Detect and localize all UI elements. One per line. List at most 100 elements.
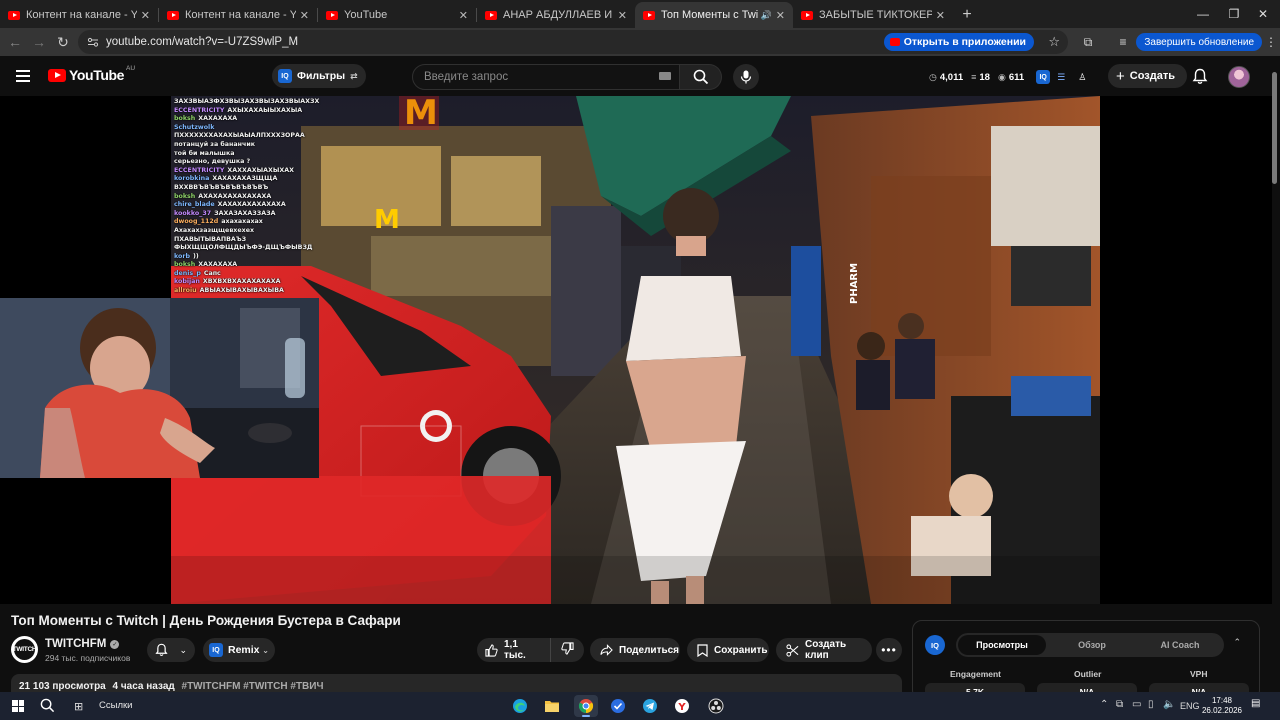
share-button[interactable]: Поделиться	[590, 638, 680, 662]
tab-close-icon[interactable]: ✕	[459, 9, 468, 22]
remix-button[interactable]: IQ Remix ⌄	[203, 638, 275, 662]
system-clock[interactable]: 17:48 26.02.2026	[1200, 696, 1244, 716]
reading-list-icon[interactable]: ≡	[1110, 28, 1136, 56]
chat-message: ECCENTRICITY АХЫХАХАЫЫХАХЫА	[174, 107, 324, 116]
filters-button[interactable]: IQ Фильтры ⇄	[272, 64, 366, 88]
browser-tab[interactable]: АНАР АБДУЛЛАЕВ И КАТЯ ЕКАТЕРИНА ✕	[477, 2, 635, 28]
window-close-button[interactable]: ✕	[1246, 0, 1280, 28]
browser-tab[interactable]: YouTube ✕	[318, 2, 476, 28]
update-button[interactable]: Завершить обновление	[1136, 33, 1262, 51]
new-tab-button[interactable]: +	[953, 2, 981, 28]
voice-search-button[interactable]	[733, 64, 759, 90]
chat-text: ахахахахах	[221, 218, 263, 226]
forward-button[interactable]: →	[26, 29, 52, 55]
tab-close-icon[interactable]: ✕	[936, 9, 945, 22]
chat-username: kookko_37	[174, 209, 212, 217]
chat-message: allroiu АВЫАХЫВАХЫВАХЫВА	[174, 287, 324, 296]
chat-text: ПХАВЫТЫВАПВАЪЗ	[174, 235, 247, 243]
page-scrollbar[interactable]	[1272, 72, 1277, 184]
obs-icon[interactable]	[704, 695, 728, 717]
chrome-icon[interactable]	[574, 695, 598, 717]
url-text: youtube.com/watch?v=-U7ZS9wlP_M	[106, 36, 299, 48]
chat-text: потанцуй за бананчик	[174, 140, 256, 148]
notifications-button[interactable]	[1192, 68, 1208, 90]
browser-tab-active[interactable]: Топ Моменты с Twitch | День 🔊 ✕	[635, 2, 793, 28]
views-stat: ◉ 611	[997, 71, 1025, 83]
chat-message: Ахахахзазщщевхехех	[174, 227, 324, 236]
channel-avatar[interactable]: TWITCH	[11, 636, 38, 663]
account-avatar[interactable]	[1228, 66, 1250, 88]
browser-tab[interactable]: Контент на канале - YouTube Studio ✕	[159, 2, 317, 28]
chat-text: ЗАХАЗАХАЗЗАЗА	[214, 209, 276, 217]
tab-overview[interactable]: Обзор	[1048, 633, 1136, 657]
clock-icon: ◷	[929, 71, 937, 82]
create-clip-button[interactable]: Создать клип	[776, 638, 872, 662]
tray-app-icon[interactable]: ⧉	[1116, 699, 1123, 710]
lines-icon[interactable]: ☰	[1057, 72, 1065, 83]
notifications-center-icon[interactable]: ▤	[1251, 698, 1260, 709]
chat-text: серьезно, девушка ?	[174, 158, 251, 166]
chat-text: ХАХАХАХАХАХАХА	[217, 201, 286, 209]
hashtags[interactable]: #TWITCHFM #TWITCH #ТВИЧ	[182, 681, 324, 692]
menu-icon[interactable]	[16, 70, 30, 82]
verified-check-icon: ✓	[110, 639, 120, 649]
dislike-button[interactable]	[551, 642, 584, 658]
language-indicator[interactable]: ENG	[1180, 701, 1200, 711]
tab-views[interactable]: Просмотры	[958, 635, 1046, 655]
speaker-icon[interactable]: 🔊	[761, 10, 772, 21]
taskbar: ⊞ Ссылки Y ⌃ ⧉ ▭ ▯ 🔈 ENG 17:48 26.02.202…	[0, 692, 1280, 720]
chevron-down-icon: ⌄	[262, 645, 269, 655]
iq-icon: IQ	[925, 635, 945, 655]
chat-text: ХАХХАХЫАХЫХАХ	[227, 166, 294, 174]
chat-message: korobkina ХАХАХАХАЗЩЩА	[174, 175, 324, 184]
windows-start-icon[interactable]	[12, 700, 24, 712]
subscription-bell-button[interactable]: ⌄	[147, 638, 195, 662]
tab-close-icon[interactable]: ✕	[618, 9, 627, 22]
search-input[interactable]: Введите запрос	[412, 64, 680, 90]
browser-menu-icon[interactable]: ⋮	[1262, 28, 1280, 56]
task-view-icon[interactable]: ⊞	[74, 700, 83, 713]
volume-icon[interactable]: 🔈	[1163, 699, 1175, 710]
create-button[interactable]: + Создать	[1108, 64, 1188, 88]
browser-tab[interactable]: Контент на канале - YouTube Studio ✕	[0, 2, 158, 28]
search-button[interactable]	[680, 64, 722, 90]
minimize-button[interactable]: —	[1186, 0, 1220, 28]
extensions-icon[interactable]: ⧉	[1075, 28, 1101, 56]
taskbar-search-icon[interactable]	[40, 698, 55, 718]
open-in-app-button[interactable]: Открыть в приложении	[883, 33, 1034, 51]
reload-button[interactable]: ↻	[50, 29, 76, 55]
save-button[interactable]: Сохранить	[687, 638, 769, 662]
links-toolbar[interactable]: Ссылки	[99, 700, 132, 711]
bell-icon	[155, 643, 168, 656]
chat-username: chire_blade	[174, 201, 215, 209]
address-bar[interactable]: youtube.com/watch?v=-U7ZS9wlP_M Открыть …	[78, 30, 1068, 54]
site-info-icon[interactable]	[82, 31, 104, 53]
trophy-icon[interactable]: ♙	[1078, 72, 1086, 83]
tab-close-icon[interactable]: ✕	[141, 9, 150, 22]
iq-icon[interactable]: IQ	[1036, 70, 1051, 84]
browser-tab[interactable]: ЗАБЫТЫЕ ТИКТОКЕРЫ 2 - Что ✕	[793, 2, 953, 28]
chat-username: boksh	[174, 192, 196, 200]
network-icon[interactable]: ▭	[1132, 699, 1141, 710]
more-actions-button[interactable]: •••	[876, 638, 902, 662]
back-button[interactable]: ←	[2, 29, 28, 55]
tab-ai-coach[interactable]: AI Coach	[1136, 633, 1224, 657]
tray-chevron-icon[interactable]: ⌃	[1100, 699, 1108, 710]
file-explorer-icon[interactable]	[540, 695, 564, 717]
youtube-logo[interactable]: YouTube AU	[48, 65, 135, 83]
chat-message: потанцуй за бананчик	[174, 141, 324, 150]
yandex-browser-icon[interactable]: Y	[670, 695, 694, 717]
checkmark-app-icon[interactable]	[606, 695, 630, 717]
tab-close-icon[interactable]: ✕	[776, 9, 785, 22]
channel-name[interactable]: TWITCHFM ✓	[45, 638, 120, 650]
chevron-up-icon[interactable]: ⌃	[1233, 637, 1241, 648]
keyboard-icon[interactable]	[659, 72, 671, 80]
bookmark-star-icon[interactable]: ☆	[1048, 34, 1060, 50]
battery-icon[interactable]: ▯	[1148, 699, 1154, 710]
like-button[interactable]: 1,1 тыс.	[477, 638, 551, 662]
tab-close-icon[interactable]: ✕	[300, 9, 309, 22]
telegram-icon[interactable]	[638, 695, 662, 717]
iq-icon: IQ	[209, 643, 223, 657]
video-player[interactable]: M M PHARM ЗАХЗВЫАЗФХЗВЫЗАХЗВЫЗАХЗВЫАХЗХ …	[0, 96, 1272, 604]
edge-icon[interactable]	[508, 695, 532, 717]
